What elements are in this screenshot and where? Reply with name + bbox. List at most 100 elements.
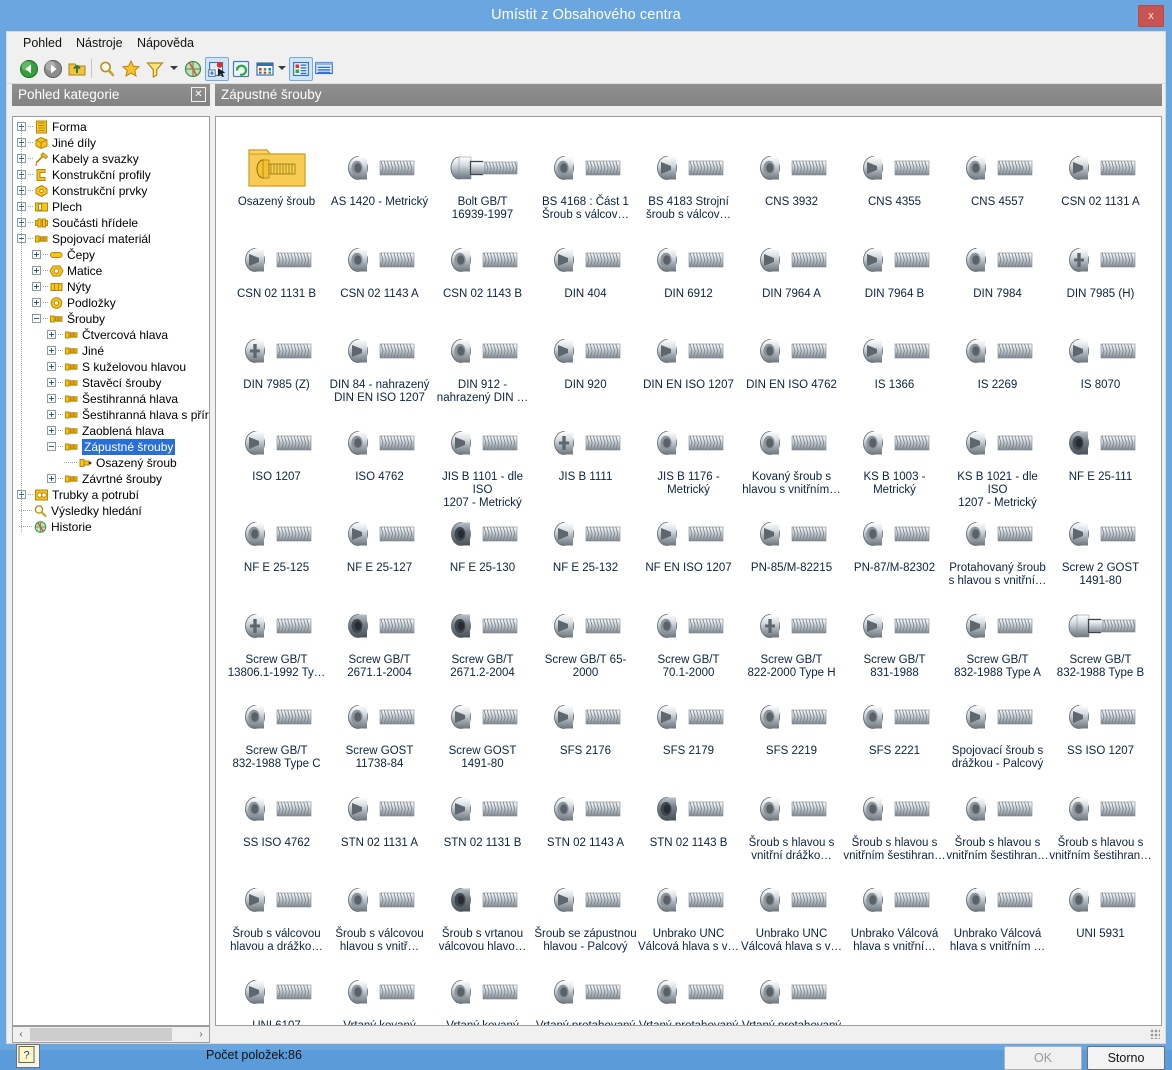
columns-dropdown-caret-icon[interactable] (278, 66, 286, 70)
grid-item[interactable]: Šroub s válcovou hlavou s vnitř… (328, 873, 431, 954)
grid-item[interactable]: Screw GB/T 832-1988 Type A (946, 599, 1049, 680)
up-folder-icon[interactable] (65, 57, 89, 81)
grid-item[interactable]: SS ISO 1207 (1049, 690, 1152, 758)
grid-item[interactable]: Spojovací šroub s drážkou - Palcový (946, 690, 1049, 771)
grid-item[interactable]: SFS 2176 (534, 690, 637, 758)
grid-item[interactable]: DIN 404 (534, 233, 637, 301)
grid-item[interactable]: AS 1420 - Metrický (328, 141, 431, 209)
tree-node[interactable]: Osazený šroub (13, 455, 209, 471)
tree-node[interactable]: Kabely a svazky (13, 151, 209, 167)
tree-node[interactable]: Historie (13, 519, 209, 535)
grid-item[interactable]: SFS 2219 (740, 690, 843, 758)
expand-plus-icon[interactable] (32, 266, 41, 275)
grid-item[interactable]: Unbrako UNC Válcová hlava s v… (637, 873, 740, 954)
grid-item[interactable]: Screw GOST 1491-80 (431, 690, 534, 771)
tree-node[interactable]: Trubky a potrubí (13, 487, 209, 503)
grid-item[interactable]: JIS B 1101 - dle ISO 1207 - Metrický (431, 416, 534, 510)
tree-node[interactable]: Plech (13, 199, 209, 215)
grid-item[interactable]: Screw GB/T 831-1988 (843, 599, 946, 680)
resize-grip[interactable] (1150, 1029, 1160, 1039)
grid-item[interactable]: Šroub s hlavou s vnitřní drážko… (740, 782, 843, 863)
grid-item[interactable]: DIN 6912 (637, 233, 740, 301)
tree-node[interactable]: Závrtné šrouby (13, 471, 209, 487)
grid-item[interactable]: Screw GB/T 13806.1-1992 Ty… (225, 599, 328, 680)
tree-node[interactable]: Zaoblená hlava (13, 423, 209, 439)
grid-item[interactable]: Screw GB/T 822-2000 Type H (740, 599, 843, 680)
tree-node[interactable]: Čtvercová hlava (13, 327, 209, 343)
grid-item[interactable]: BS 4168 : Část 1 Šroub s válcov… (534, 141, 637, 222)
grid-item[interactable]: BS 4183 Strojní šroub s válcov… (637, 141, 740, 222)
grid-item[interactable]: CSN 02 1143 B (431, 233, 534, 301)
grid-item[interactable]: CNS 4557 (946, 141, 1049, 209)
view-details-icon[interactable] (313, 57, 337, 81)
refresh-globe-icon[interactable] (181, 57, 205, 81)
grid-item[interactable]: IS 8070 (1049, 324, 1152, 392)
grid-item[interactable]: Šroub s válcovou hlavou a drážko… (225, 873, 328, 954)
content-item-panel[interactable]: Osazený šroub AS 1420 - Metrický Bolt GB… (215, 116, 1162, 1026)
menu-napoveda[interactable]: Nápověda (131, 35, 200, 52)
grid-item[interactable]: SFS 2179 (637, 690, 740, 758)
grid-item[interactable]: JIS B 1111 (534, 416, 637, 484)
grid-item[interactable]: Vrtaný protahovaný šroub s hlavou s v… (637, 965, 740, 1025)
grid-item[interactable]: Screw GB/T 2671.1-2004 (328, 599, 431, 680)
grid-item[interactable]: JIS B 1176 - Metrický (637, 416, 740, 497)
menu-nastroje[interactable]: Nástroje (70, 35, 129, 52)
scroll-left-arrow-icon[interactable]: ‹ (13, 1027, 29, 1042)
grid-item[interactable]: STN 02 1131 A (328, 782, 431, 850)
grid-item[interactable]: ISO 1207 (225, 416, 328, 484)
scrollbar-thumb[interactable] (30, 1028, 172, 1041)
expand-plus-icon[interactable] (47, 378, 56, 387)
filter-funnel-icon[interactable] (143, 57, 167, 81)
expand-plus-icon[interactable] (47, 426, 56, 435)
grid-item[interactable]: CSN 02 1131 A (1049, 141, 1152, 209)
grid-item[interactable]: DIN 7964 A (740, 233, 843, 301)
grid-item[interactable]: DIN 920 (534, 324, 637, 392)
tree-node[interactable]: S kuželovou hlavou (13, 359, 209, 375)
add-item-icon[interactable] (205, 57, 229, 81)
grid-item[interactable]: Vrtaný protahovaný šroub s hlavou s v… (740, 965, 843, 1025)
tree-node[interactable]: Nýty (13, 279, 209, 295)
grid-item[interactable]: DIN 84 - nahrazený DIN EN ISO 1207 (328, 324, 431, 405)
grid-item[interactable]: NF EN ISO 1207 (637, 507, 740, 575)
grid-item[interactable]: CSN 02 1131 B (225, 233, 328, 301)
grid-item[interactable]: Screw GB/T 832-1988 Type B (1049, 599, 1152, 680)
grid-item[interactable]: Screw 2 GOST 1491-80 (1049, 507, 1152, 588)
grid-item[interactable]: SS ISO 4762 (225, 782, 328, 850)
grid-item[interactable]: Bolt GB/T 16939-1997 (431, 141, 534, 222)
collapse-minus-icon[interactable] (47, 442, 56, 451)
tree-node[interactable]: Výsledky hledání (13, 503, 209, 519)
grid-item[interactable]: Vrtaný kovaný šroub s hlavou s v… (328, 965, 431, 1025)
expand-plus-icon[interactable] (47, 394, 56, 403)
grid-item[interactable]: Screw GB/T 2671.2-2004 (431, 599, 534, 680)
close-icon[interactable]: x (1138, 5, 1164, 27)
favorites-star-icon[interactable] (119, 57, 143, 81)
grid-item[interactable]: Unbrako Válcová hlava s vnitřním … (946, 873, 1049, 954)
grid-item[interactable]: DIN EN ISO 4762 (740, 324, 843, 392)
grid-item[interactable]: KS B 1021 - dle ISO 1207 - Metrický (946, 416, 1049, 510)
grid-item[interactable]: NF E 25-130 (431, 507, 534, 575)
grid-item[interactable]: CSN 02 1143 A (328, 233, 431, 301)
close-icon[interactable]: ✕ (191, 87, 206, 102)
view-icons-icon[interactable] (289, 57, 313, 81)
grid-item[interactable]: Šroub s vrtanou válcovou hlavo… (431, 873, 534, 954)
expand-plus-icon[interactable] (32, 298, 41, 307)
grid-item[interactable]: Unbrako UNC Válcová hlava s v… (740, 873, 843, 954)
columns-icon[interactable] (253, 57, 277, 81)
grid-item[interactable]: NF E 25-132 (534, 507, 637, 575)
grid-item[interactable]: STN 02 1143 A (534, 782, 637, 850)
tree-node[interactable]: Stavěcí šrouby (13, 375, 209, 391)
tree-node[interactable]: Jiné díly (13, 135, 209, 151)
grid-item[interactable]: CNS 3932 (740, 141, 843, 209)
tree-node[interactable]: Podložky (13, 295, 209, 311)
grid-item[interactable]: Vrtaný kovaný šroub s hlavou s v… (431, 965, 534, 1025)
tree-node[interactable]: Forma (13, 119, 209, 135)
expand-plus-icon[interactable] (32, 282, 41, 291)
tree-node[interactable]: Čepy (13, 247, 209, 263)
grid-item[interactable]: Screw GB/T 70.1-2000 (637, 599, 740, 680)
expand-plus-icon[interactable] (47, 330, 56, 339)
grid-item[interactable]: DIN 912 - nahrazený DIN … (431, 324, 534, 405)
tree-horizontal-scrollbar[interactable]: ‹ › (12, 1026, 210, 1043)
tree-node[interactable]: Zápustné šrouby (13, 439, 209, 455)
help-button[interactable]: ? (16, 1044, 40, 1068)
tree-node[interactable]: Šrouby (13, 311, 209, 327)
